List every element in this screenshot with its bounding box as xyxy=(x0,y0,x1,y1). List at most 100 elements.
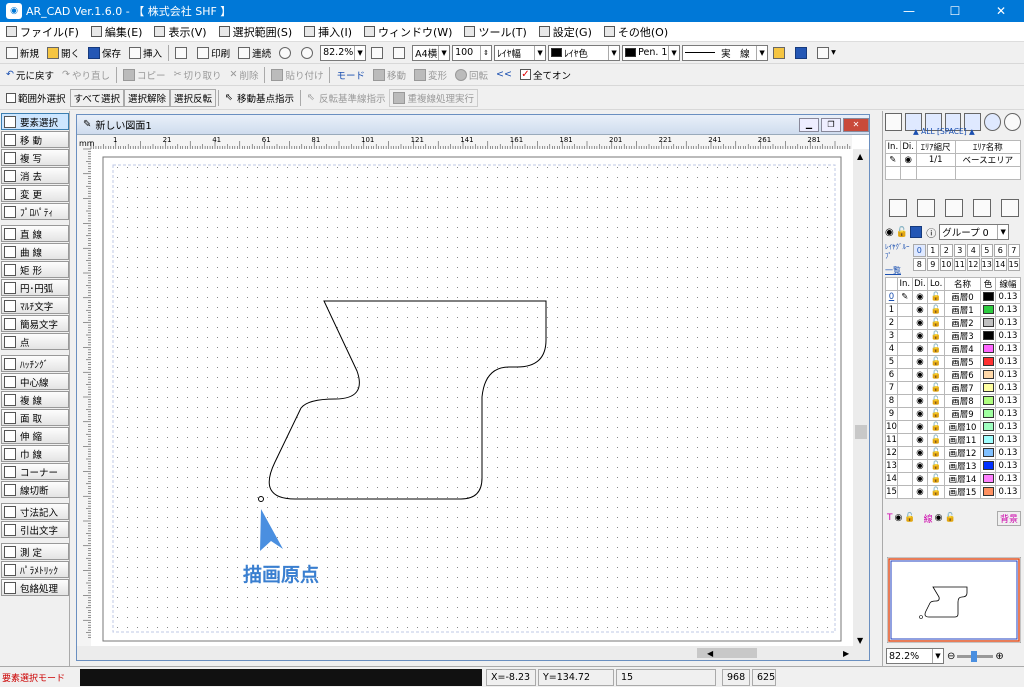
eye-icon[interactable]: ◉ xyxy=(911,355,929,369)
lock-icon[interactable]: 🔓 xyxy=(896,227,908,238)
lock-icon[interactable]: 🔓 xyxy=(927,407,945,421)
tool-4[interactable]: 変 更 xyxy=(1,185,69,202)
new-button[interactable]: 新規 xyxy=(2,44,43,62)
preview-map[interactable] xyxy=(887,557,1021,643)
layer-group-1[interactable]: 1 xyxy=(926,244,939,257)
scroll-left-icon[interactable]: ◀ xyxy=(707,649,714,658)
print-preview-button[interactable] xyxy=(171,44,193,62)
eye-icon[interactable]: ◉ xyxy=(911,342,929,356)
print-button[interactable]: 印刷 xyxy=(193,44,234,62)
magnify-icon[interactable] xyxy=(1004,113,1022,131)
eye-icon[interactable]: ◉ xyxy=(911,394,929,408)
group-select[interactable]: グループ 0 ▼ xyxy=(939,224,1010,240)
base-point-button[interactable]: ⇖ 移動基点指示 xyxy=(221,89,298,107)
eye-icon[interactable]: ◉ xyxy=(911,407,929,421)
layer-group-12[interactable]: 12 xyxy=(967,258,980,271)
menu-edit[interactable]: 編集(E) xyxy=(85,22,149,42)
continuous-print-button[interactable]: 連続 xyxy=(234,44,275,62)
layer-row[interactable]: 7 ◉ 🔓 画層7 0.13 xyxy=(885,381,1021,395)
lock-icon[interactable]: 🔓 xyxy=(944,513,955,523)
lock-icon[interactable]: 🔓 xyxy=(927,329,945,343)
drawing-minimize-button[interactable]: ▁ xyxy=(799,117,819,132)
scroll-right-icon[interactable]: ▶ xyxy=(843,649,850,658)
layer-group-14[interactable]: 14 xyxy=(994,258,1007,271)
tool-18[interactable]: 巾 線 xyxy=(1,445,69,462)
minimize-button[interactable]: — xyxy=(886,0,932,22)
eye-icon[interactable]: ◉ xyxy=(911,433,929,447)
zoom-select[interactable]: 82.2% ▼ xyxy=(320,44,367,61)
layer-group-6[interactable]: 6 xyxy=(994,244,1007,257)
menu-tools[interactable]: ツール(T) xyxy=(458,22,532,42)
eye-icon[interactable]: ◉ xyxy=(911,420,929,434)
tool-5[interactable]: ﾌﾟﾛﾊﾟﾃｨ xyxy=(1,203,69,220)
lock-icon[interactable]: 🔓 xyxy=(927,472,945,486)
tool-2[interactable]: 複 写 xyxy=(1,149,69,166)
layer-width-select[interactable]: ﾚｲﾔ幅 ▼ xyxy=(494,44,547,61)
tool-6[interactable]: 直 線 xyxy=(1,225,69,242)
eye-icon[interactable]: ◉ xyxy=(911,485,929,499)
tool-25[interactable]: 包絡処理 xyxy=(1,579,69,596)
maximize-button[interactable]: ☐ xyxy=(932,0,978,22)
layer-row[interactable]: 13 ◉ 🔓 画層13 0.13 xyxy=(885,459,1021,473)
menu-file[interactable]: ファイル(F) xyxy=(0,22,85,42)
lock-icon[interactable]: 🔓 xyxy=(927,368,945,382)
tool-10[interactable]: ﾏﾙﾁ文字 xyxy=(1,297,69,314)
tool-16[interactable]: 面 取 xyxy=(1,409,69,426)
layer-row[interactable]: 8 ◉ 🔓 画層8 0.13 xyxy=(885,394,1021,408)
drawing-restore-button[interactable]: ❐ xyxy=(821,117,841,132)
menu-window[interactable]: ウィンドウ(W) xyxy=(358,22,458,42)
paper-select[interactable]: A4横 ▼ xyxy=(412,44,451,61)
tool-21[interactable]: 寸法記入 xyxy=(1,503,69,520)
tool-1[interactable]: 移 動 xyxy=(1,131,69,148)
lock-icon[interactable]: 🔓 xyxy=(927,420,945,434)
zoom-slider[interactable] xyxy=(957,650,994,662)
deselect-button[interactable]: 選択解除 xyxy=(123,88,170,107)
lock-icon[interactable]: 🔓 xyxy=(927,485,945,499)
area-copy-icon[interactable] xyxy=(917,199,935,217)
redo-button[interactable]: ↷ やり直し xyxy=(58,66,114,84)
eye-icon[interactable]: ◉ xyxy=(911,290,929,304)
all-on-checkbox[interactable]: ✓ 全てオン xyxy=(516,66,575,84)
calculator-button[interactable] xyxy=(769,44,791,62)
lock-icon[interactable]: 🔓 xyxy=(927,342,945,356)
lock-icon[interactable]: 🔓 xyxy=(927,446,945,460)
eye-icon[interactable]: ◉ xyxy=(911,329,929,343)
eye-icon[interactable]: ◉ xyxy=(911,381,929,395)
invert-select-button[interactable]: 選択反転 xyxy=(170,88,217,107)
eye-icon[interactable]: ◉ xyxy=(885,227,894,238)
menu-insert[interactable]: 挿入(I) xyxy=(298,22,358,42)
transform-button[interactable]: 変形 xyxy=(410,66,451,84)
lock-icon[interactable]: 🔓 xyxy=(927,316,945,330)
lock-icon[interactable]: 🔓 xyxy=(927,355,945,369)
zoom-in-icon[interactable]: ⊕ xyxy=(995,651,1003,662)
lock-icon[interactable]: 🔓 xyxy=(927,394,945,408)
lock-icon[interactable]: 🔓 xyxy=(927,433,945,447)
scroll-down-icon[interactable]: ▼ xyxy=(857,636,864,645)
tool-0[interactable]: 要素選択 xyxy=(1,113,69,130)
save-button[interactable]: 保存 xyxy=(84,44,125,62)
tool-19[interactable]: コーナー xyxy=(1,463,69,480)
menu-view[interactable]: 表示(V) xyxy=(148,22,212,42)
layer-row[interactable]: 12 ◉ 🔓 画層12 0.13 xyxy=(885,446,1021,460)
tool-17[interactable]: 伸 縮 xyxy=(1,427,69,444)
layer-color-select[interactable]: ﾚｲﾔ色 ▼ xyxy=(548,44,621,61)
preview-zoom-select[interactable]: 82.2% ▼ xyxy=(886,648,944,664)
area-new-icon[interactable] xyxy=(889,199,907,217)
tool-15[interactable]: 複 線 xyxy=(1,391,69,408)
tool-3[interactable]: 消 去 xyxy=(1,167,69,184)
horizontal-scroll-thumb[interactable] xyxy=(697,648,757,658)
tool-12[interactable]: 点 xyxy=(1,333,69,350)
layer-row[interactable]: 14 ◉ 🔓 画層14 0.13 xyxy=(885,472,1021,486)
eye-icon[interactable]: ◉ xyxy=(911,472,929,486)
menu-settings[interactable]: 設定(G) xyxy=(533,22,598,42)
layer-row[interactable]: 4 ◉ 🔓 画層4 0.13 xyxy=(885,342,1021,356)
layer-row[interactable]: 3 ◉ 🔓 画層3 0.13 xyxy=(885,329,1021,343)
tool-11[interactable]: 簡易文字 xyxy=(1,315,69,332)
layer-row[interactable]: 9 ◉ 🔓 画層9 0.13 xyxy=(885,407,1021,421)
select-all-button[interactable]: すべて選択 xyxy=(69,88,124,107)
layer-group-3[interactable]: 3 xyxy=(953,244,966,257)
menu-other[interactable]: その他(O) xyxy=(598,22,674,42)
tool-24[interactable]: ﾊﾟﾗﾒﾄﾘｯｸ xyxy=(1,561,69,578)
lock-icon[interactable]: 🔓 xyxy=(927,303,945,317)
zoom-in-button[interactable] xyxy=(275,44,297,62)
